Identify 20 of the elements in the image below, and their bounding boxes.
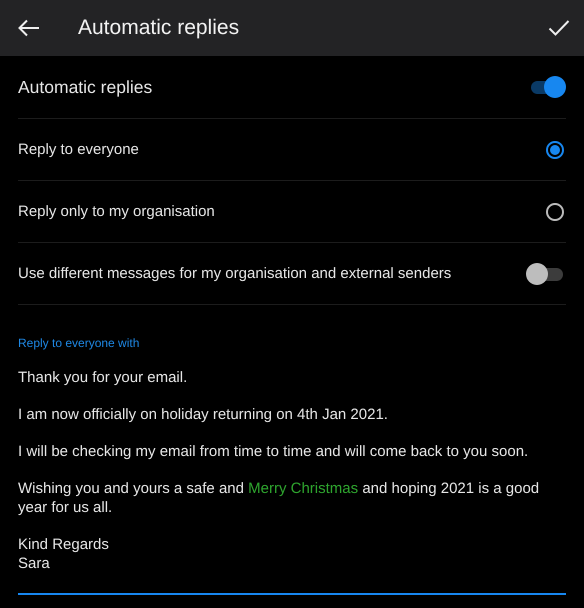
checkmark-icon: [548, 19, 570, 37]
signature-line: Sara: [18, 554, 51, 573]
setting-label: Reply to everyone: [18, 141, 139, 158]
message-paragraph: I will be checking my email from time to time and will come back to you soon.: [18, 442, 530, 461]
radio-button[interactable]: [546, 140, 564, 158]
radio-button[interactable]: [546, 202, 564, 220]
message-field[interactable]: [18, 368, 566, 595]
toggle-switch[interactable]: [530, 76, 566, 98]
message-paragraph: Thank you for your email.: [18, 368, 188, 387]
message-paragraph: Wishing you and yours a safe and Merry Christmas and hoping 2021 is a good year for us all.: [18, 479, 540, 517]
setting-label: Automatic replies: [18, 76, 152, 98]
message-paragraph: I am now officially on holiday returning on 4th Jan 2021.: [18, 405, 389, 424]
save-button[interactable]: [548, 19, 570, 37]
section-label: Reply to everyone with: [18, 336, 140, 350]
screen-title: Automatic replies: [78, 16, 240, 40]
setting-label: Reply only to my organisation: [18, 203, 215, 220]
setting-label: Use different messages for my organisation and external senders: [18, 265, 452, 282]
signature-line: Kind Regards: [18, 535, 110, 554]
back-arrow-icon: [18, 19, 40, 37]
back-button[interactable]: [18, 19, 40, 37]
